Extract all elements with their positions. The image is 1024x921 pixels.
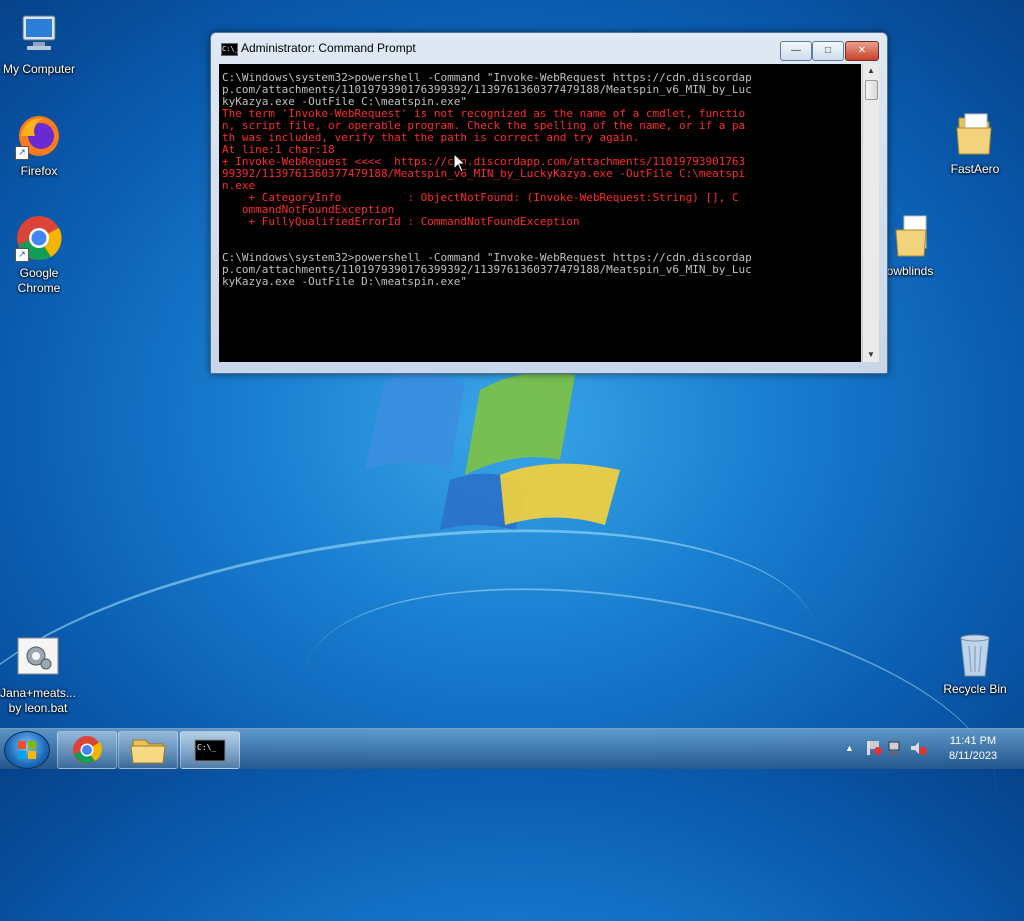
- taskbar: C:\_ ▲ 11:41 PM 8/11/2023: [0, 728, 1024, 769]
- desktop-icon-label: Jana+meats... by leon.bat: [0, 686, 76, 715]
- desktop-icon-fastaero[interactable]: FastAero: [937, 110, 1013, 177]
- command-prompt-window[interactable]: C:\_ Administrator: Command Prompt — □ ✕…: [210, 32, 888, 374]
- computer-icon: [15, 10, 63, 58]
- shortcut-arrow-icon: ↗: [15, 248, 29, 262]
- cmd-icon: C:\_: [221, 43, 239, 56]
- network-icon[interactable]: [888, 741, 900, 755]
- shortcut-arrow-icon: ↗: [15, 146, 29, 160]
- folder-icon: [130, 739, 166, 764]
- desktop-icon-label: FastAero: [950, 162, 1000, 176]
- taskbar-cmd-button[interactable]: C:\_: [180, 731, 240, 769]
- desktop-icon-label: Google Chrome: [17, 266, 61, 295]
- desktop-icon-label: Firefox: [20, 164, 58, 178]
- mouse-cursor-icon: [453, 153, 467, 173]
- console-output[interactable]: C:\Windows\system32>powershell -Command …: [219, 64, 861, 362]
- firefox-icon: ↗: [15, 112, 63, 160]
- windows-flag-icon: [18, 741, 36, 759]
- clock-date: 8/11/2023: [948, 750, 998, 762]
- desktop-icon-label: My Computer: [2, 62, 76, 76]
- minimize-button[interactable]: —: [780, 41, 812, 61]
- console-line: + FullyQualifiedErrorId : CommandNotFoun…: [248, 215, 580, 228]
- cmd-icon: C:\_: [194, 739, 226, 762]
- desktop-icon-batch-file[interactable]: Jana+meats... by leon.bat: [0, 634, 76, 716]
- batch-file-icon: [14, 634, 62, 682]
- desktop-icon-my-computer[interactable]: My Computer: [1, 10, 77, 77]
- scroll-up-icon[interactable]: ▲: [863, 64, 879, 78]
- scroll-thumb[interactable]: [865, 80, 878, 100]
- show-hidden-icons-icon[interactable]: ▲: [845, 743, 854, 753]
- recycle-bin-icon: [951, 630, 999, 678]
- action-center-flag-icon[interactable]: [866, 741, 882, 755]
- tray-icons: [866, 741, 927, 755]
- taskbar-chrome-button[interactable]: [57, 731, 117, 769]
- close-button[interactable]: ✕: [845, 41, 879, 61]
- desktop-icon-firefox[interactable]: ↗ Firefox: [1, 112, 77, 179]
- console-line: kyKazya.exe -OutFile D:\meatspin.exe": [222, 275, 468, 288]
- chrome-icon: ↗: [15, 214, 63, 262]
- chrome-icon: [73, 736, 102, 764]
- taskbar-explorer-button[interactable]: [118, 731, 178, 769]
- folder-icon: [886, 212, 934, 260]
- window-titlebar[interactable]: C:\_ Administrator: Command Prompt — □ ✕: [211, 33, 887, 63]
- start-button[interactable]: [4, 731, 50, 769]
- vertical-scrollbar[interactable]: ▲ ▼: [862, 64, 879, 362]
- console-text: C:\Windows\system32>powershell -Command …: [219, 64, 861, 288]
- clock-time: 11:41 PM: [949, 735, 997, 747]
- window-title: Administrator: Command Prompt: [241, 41, 416, 55]
- system-tray: ▲: [845, 739, 929, 757]
- windows-logo: [365, 372, 620, 530]
- desktop-icon-google-chrome[interactable]: ↗ Google Chrome: [1, 214, 77, 296]
- svg-text:C:\_: C:\_: [197, 743, 216, 752]
- volume-muted-icon[interactable]: [910, 742, 927, 755]
- folder-icon: [951, 110, 999, 158]
- desktop-icon-label: Recycle Bin: [943, 682, 1007, 696]
- scroll-down-icon[interactable]: ▼: [863, 348, 879, 362]
- taskbar-clock[interactable]: 11:41 PM 8/11/2023: [930, 734, 1016, 764]
- desktop-icon-recycle-bin[interactable]: Recycle Bin: [937, 630, 1013, 697]
- maximize-button[interactable]: □: [812, 41, 844, 61]
- console-line: 99392/1139761360377479188/Meatspin_v6_MI…: [222, 167, 746, 180]
